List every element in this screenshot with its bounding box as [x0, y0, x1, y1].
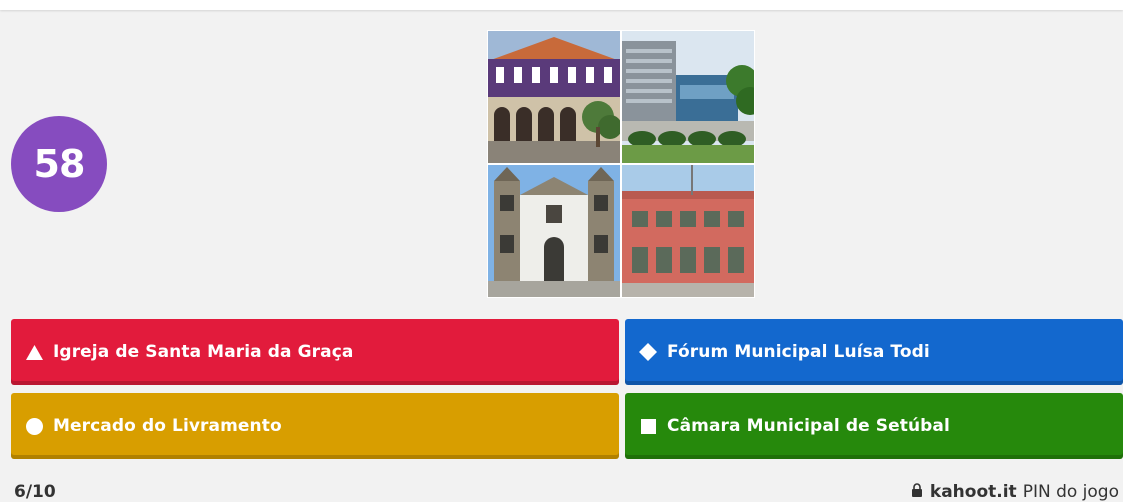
answer-label: Câmara Municipal de Setúbal: [667, 416, 950, 436]
answer-label: Mercado do Livramento: [53, 416, 282, 436]
countdown-timer: 58: [11, 116, 107, 212]
square-icon: [639, 417, 657, 435]
triangle-icon: [25, 343, 43, 361]
pin-label: PIN do jogo: [1022, 482, 1119, 502]
diamond-icon: [639, 343, 657, 361]
photo-modern-building: [622, 31, 754, 163]
question-progress: 6/10: [14, 482, 56, 502]
photo-church: [488, 165, 620, 297]
top-bar: [0, 0, 1123, 10]
answer-blue-diamond[interactable]: Fórum Municipal Luísa Todi: [625, 319, 1123, 385]
footer-pin-info: kahoot.it PIN do jogo: [911, 482, 1119, 502]
answer-red-triangle[interactable]: Igreja de Santa Maria da Graça: [11, 319, 619, 385]
answer-label: Igreja de Santa Maria da Graça: [53, 342, 354, 362]
question-image-collage: [487, 30, 755, 298]
photo-purple-building: [488, 31, 620, 163]
brand-link[interactable]: kahoot.it: [930, 482, 1017, 502]
answer-green-square[interactable]: Câmara Municipal de Setúbal: [625, 393, 1123, 459]
circle-icon: [25, 417, 43, 435]
photo-red-building: [622, 165, 754, 297]
answer-label: Fórum Municipal Luísa Todi: [667, 342, 930, 362]
lock-icon: [911, 482, 923, 502]
answer-yellow-circle[interactable]: Mercado do Livramento: [11, 393, 619, 459]
